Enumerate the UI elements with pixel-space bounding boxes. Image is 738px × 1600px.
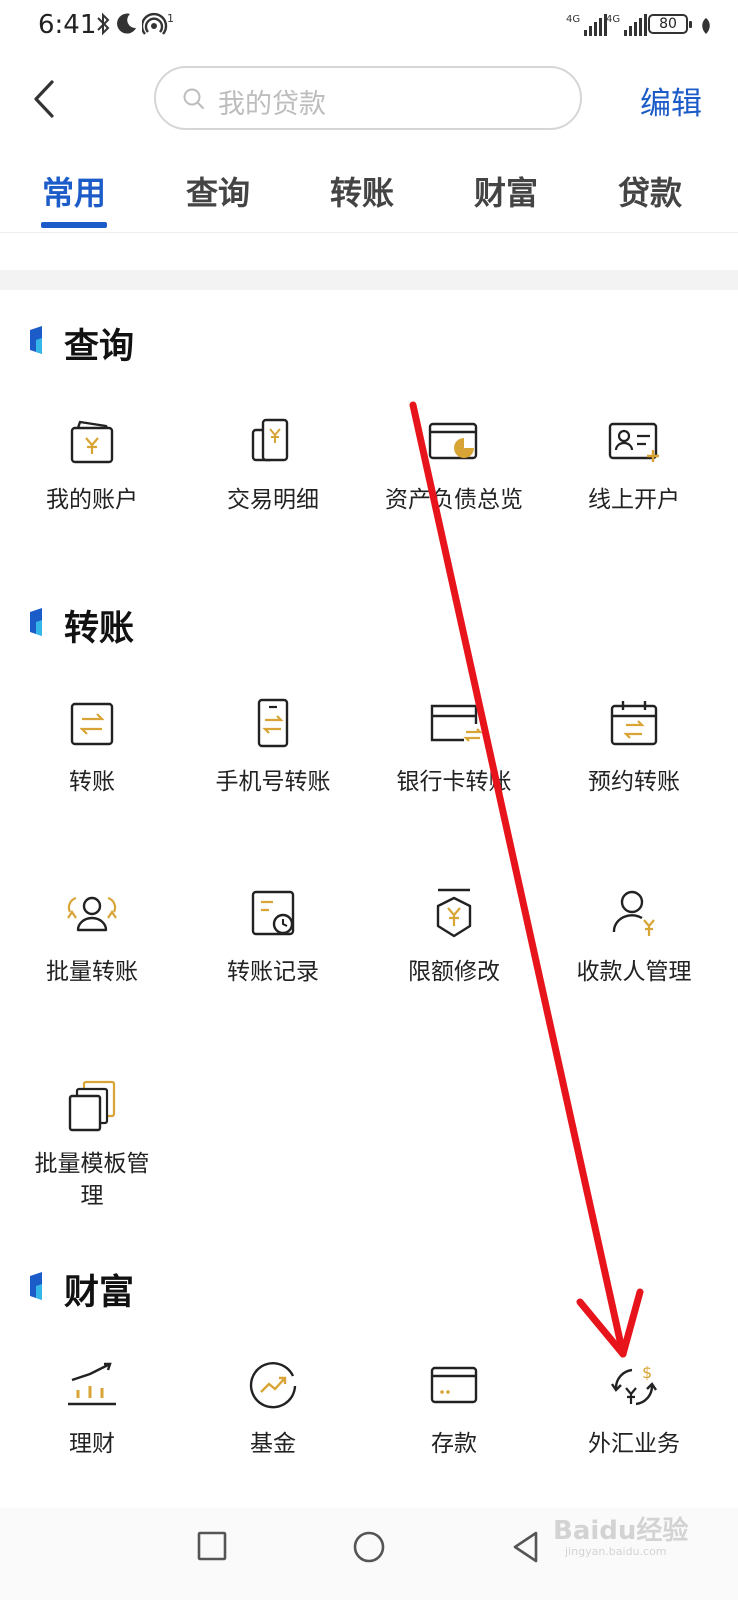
scheduled-transfer-icon [610, 701, 658, 746]
menu-item-label: 理财 [69, 1431, 115, 1457]
menu-item-phone-transfer[interactable]: 手机号转账 [193, 696, 353, 798]
chevron-left-icon [34, 80, 54, 118]
menu-item-label: 我的账户 [46, 487, 138, 513]
section-marker-icon [30, 326, 42, 354]
recent-apps-square-icon[interactable] [196, 1530, 228, 1562]
payee-manage-icon [612, 890, 655, 936]
tab-common[interactable]: 常用 [14, 168, 134, 214]
menu-item-label: 线上开户 [588, 487, 680, 513]
search-box[interactable]: 我的贷款 [154, 66, 582, 130]
menu-item-label: 批量转账 [46, 959, 138, 985]
menu-item-label: 手机号转账 [215, 769, 331, 795]
section-marker-icon [30, 1272, 42, 1300]
batch-template-icon [68, 1080, 116, 1132]
menu-item-deposit[interactable]: 存款 [374, 1358, 534, 1460]
menu-item-transfer[interactable]: 转账 [12, 696, 172, 798]
hotspot-badge: 1 [167, 12, 174, 25]
tab-loan[interactable]: 贷款 [590, 168, 710, 214]
menu-item-label: 存款 [431, 1431, 477, 1457]
menu-item-label: 外汇业务 [588, 1431, 680, 1457]
menu-item-my-account[interactable]: 我的账户 [12, 414, 172, 516]
deposit-card-icon [430, 1366, 478, 1404]
section-divider [0, 270, 738, 290]
signal-strength-2-icon: 4G [606, 14, 648, 36]
search-icon [183, 88, 204, 109]
tab-transfer[interactable]: 转账 [302, 168, 422, 214]
status-time: 6:41 [38, 10, 97, 40]
edit-button[interactable]: 编辑 [640, 78, 702, 123]
menu-item-forex[interactable]: $ 外汇业务 [554, 1358, 714, 1460]
menu-item-label: 预约转账 [588, 769, 680, 795]
menu-item-label: 交易明细 [227, 487, 319, 513]
category-tabs: 常用 查询 转账 财富 贷款 [0, 160, 738, 233]
menu-item-label: 收款人管理 [576, 959, 692, 985]
menu-item-fund[interactable]: 基金 [193, 1358, 353, 1460]
menu-item-limit-modify[interactable]: 限额修改 [374, 886, 534, 988]
bank-card-transfer-icon [430, 704, 482, 742]
signal-strength-1-icon: 4G [566, 14, 608, 36]
signal-1-label: 4G [566, 14, 581, 25]
signal-2-label: 4G [606, 14, 621, 25]
tab-wealth[interactable]: 财富 [446, 168, 566, 214]
id-card-add-icon [608, 422, 659, 462]
menu-item-online-account-opening[interactable]: 线上开户 [554, 414, 714, 516]
asset-overview-icon [428, 422, 478, 460]
status-bar: 6:41 1 4G 4G 80 [0, 0, 738, 52]
search-placeholder: 我的贷款 [218, 89, 326, 120]
wallet-yen-icon [70, 420, 114, 464]
menu-item-payee-management[interactable]: 收款人管理 [554, 886, 714, 988]
menu-item-wealth-management[interactable]: 理财 [12, 1358, 172, 1460]
limit-modify-icon [436, 888, 472, 938]
menu-item-batch-template[interactable]: 批量模板管理 [12, 1078, 172, 1212]
menu-item-label: 转账记录 [227, 959, 319, 985]
menu-item-asset-overview[interactable]: 资产负债总览 [374, 414, 534, 516]
battery-icon: 80 [648, 14, 692, 34]
menu-item-label: 资产负债总览 [385, 487, 523, 513]
battery-level: 80 [659, 16, 677, 32]
menu-item-bank-card-transfer[interactable]: 银行卡转账 [374, 696, 534, 798]
home-circle-icon[interactable] [352, 1530, 386, 1564]
menu-item-label: 基金 [250, 1431, 296, 1457]
hotspot-icon [140, 12, 168, 42]
section-title-query-text: 查询 [64, 327, 135, 367]
svg-text:$: $ [642, 1363, 652, 1382]
section-title-wealth-text: 财富 [64, 1273, 135, 1313]
menu-item-label: 转账 [69, 769, 115, 795]
menu-item-label: 限额修改 [408, 959, 500, 985]
wealth-chart-icon [68, 1362, 116, 1406]
back-triangle-icon[interactable] [510, 1530, 542, 1564]
active-tab-indicator [41, 222, 107, 228]
menu-item-batch-transfer[interactable]: 批量转账 [12, 886, 172, 988]
tab-query[interactable]: 查询 [158, 168, 278, 214]
menu-item-scheduled-transfer[interactable]: 预约转账 [554, 696, 714, 798]
menu-item-label: 批量模板管理 [34, 1151, 150, 1209]
do-not-disturb-moon-icon [116, 12, 138, 40]
transfer-record-icon [251, 890, 295, 936]
watermark-text: Baidu经验 [553, 1516, 689, 1546]
transaction-detail-icon [251, 418, 289, 462]
back-button[interactable] [28, 76, 68, 122]
batch-transfer-icon [67, 896, 117, 932]
leaf-eco-icon [700, 16, 712, 41]
top-bar: 我的贷款 编辑 [0, 62, 738, 138]
menu-item-transaction-detail[interactable]: 交易明细 [193, 414, 353, 516]
section-marker-icon [30, 608, 42, 636]
baidu-watermark: Baidu经验 jingyan.baidu.com [553, 1510, 688, 1558]
transfer-icon [70, 702, 114, 746]
menu-item-label: 银行卡转账 [396, 769, 512, 795]
bluetooth-icon [96, 12, 110, 42]
menu-item-transfer-record[interactable]: 转账记录 [193, 886, 353, 988]
fund-icon [249, 1362, 297, 1409]
phone-transfer-icon [257, 698, 289, 748]
forex-icon: $ [611, 1363, 657, 1406]
watermark-subtext: jingyan.baidu.com [565, 1545, 667, 1558]
section-title-transfer-text: 转账 [64, 609, 135, 649]
